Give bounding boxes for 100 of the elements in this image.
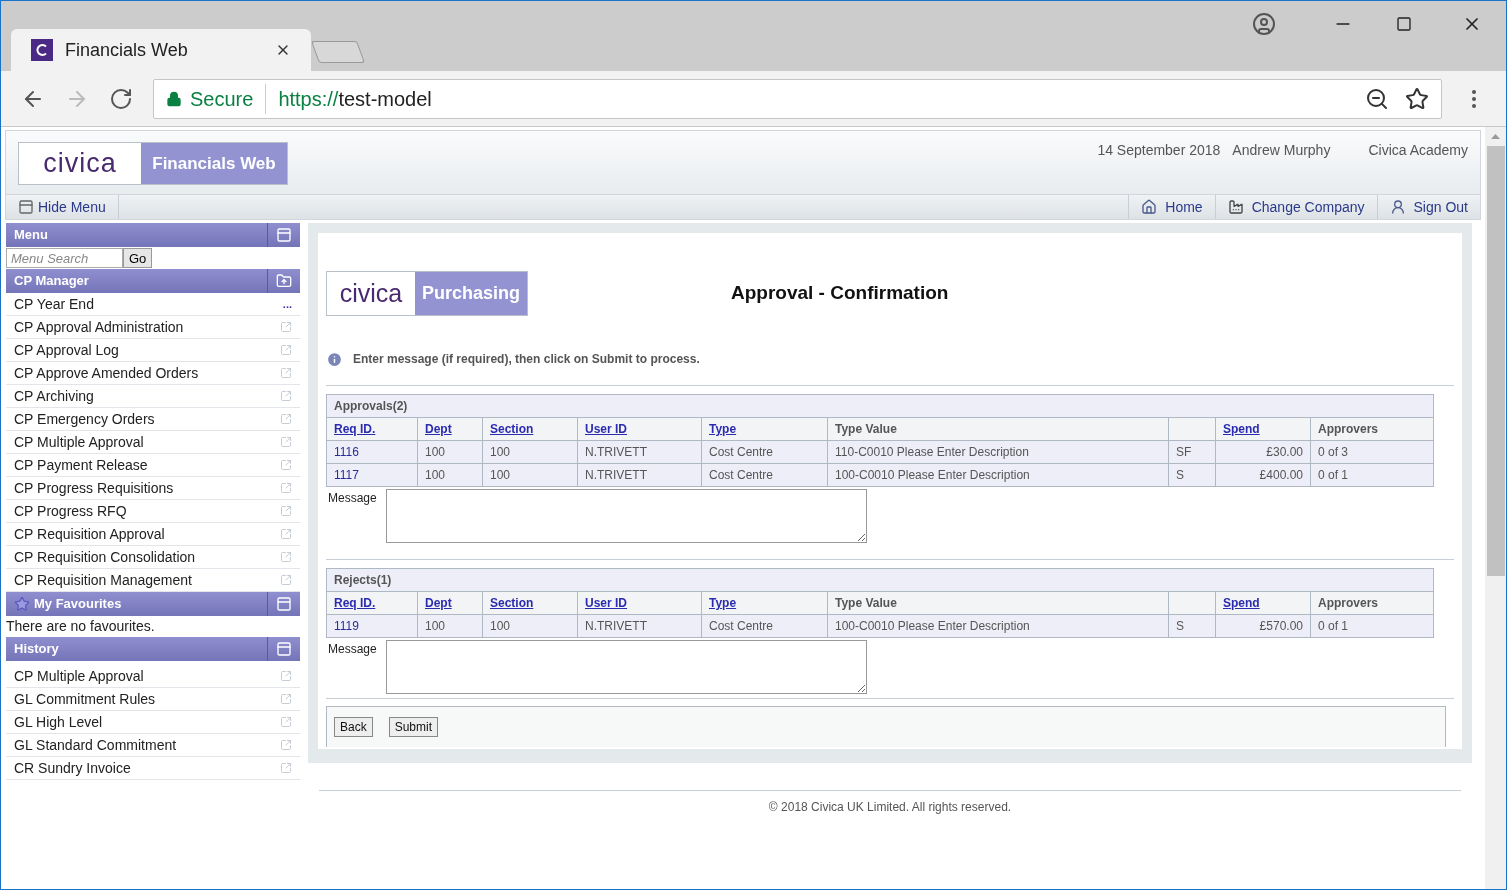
- form-button[interactable]: Back: [334, 717, 373, 737]
- user-name: Andrew Murphy: [1232, 141, 1331, 160]
- table-cell: £30.00: [1266, 445, 1303, 459]
- account-icon[interactable]: [1252, 11, 1276, 36]
- column-sort-link[interactable]: Type: [709, 422, 737, 436]
- company-name: Civica Academy: [1368, 141, 1468, 160]
- external-link-icon: [280, 670, 292, 682]
- table-cell: £400.00: [1259, 468, 1303, 482]
- folder-icon[interactable]: [276, 273, 292, 289]
- external-link-icon: [280, 367, 292, 379]
- external-link-icon: [280, 528, 292, 540]
- column-header: Approvers: [1318, 422, 1379, 436]
- table-cell: 110-C0010 Please Enter Description: [835, 445, 1029, 459]
- hide-menu-button[interactable]: Hide Menu: [6, 195, 119, 219]
- scroll-up-icon[interactable]: [1491, 134, 1500, 139]
- url-text: https://test-model: [277, 86, 433, 112]
- table-cell: 100: [425, 468, 446, 482]
- external-link-icon: [280, 390, 292, 402]
- external-link-icon: [280, 762, 292, 774]
- external-link-icon: [280, 436, 292, 448]
- table-cell: S: [1176, 468, 1184, 482]
- menu-toggle-icon: [18, 199, 34, 215]
- star-icon: [14, 596, 30, 612]
- external-link-icon: [280, 413, 292, 425]
- secure-label: Secure: [190, 83, 267, 114]
- table-cell: N.TRIVETT: [585, 619, 647, 633]
- lock-icon: [166, 90, 182, 107]
- info-text: Enter message (if required), then click on Submit to process.: [353, 351, 700, 368]
- table-cell: 100-C0010 Please Enter Description: [835, 468, 1030, 482]
- favicon-icon: [31, 39, 53, 61]
- panel-title: CP Manager: [14, 272, 89, 291]
- panel-icon[interactable]: [276, 227, 292, 243]
- building-icon: [1227, 199, 1244, 215]
- browser-tab[interactable]: Financials Web: [11, 29, 311, 71]
- date-text: 14 September 2018: [1097, 141, 1221, 160]
- logo-word: civica: [19, 143, 141, 184]
- page-title: Approval - Confirmation: [731, 281, 949, 306]
- table-cell: 0 of 1: [1318, 619, 1349, 633]
- form-button[interactable]: Submit: [388, 717, 439, 737]
- module-name: Purchasing: [415, 272, 527, 315]
- panel-title: My Favourites: [34, 595, 122, 614]
- table-cell: Cost Centre: [709, 445, 774, 459]
- table-cell: 0 of 1: [1318, 468, 1349, 482]
- table-cell: 1116: [334, 445, 359, 459]
- table-cell: S: [1176, 619, 1184, 633]
- table-cell: 1117: [334, 468, 359, 482]
- column-header: Type Value: [835, 422, 897, 436]
- external-link-icon: [280, 321, 292, 333]
- nav-link[interactable]: Change Company: [1214, 195, 1377, 219]
- copyright-text: © 2018 Civica UK Limited. All rights reserved.: [768, 799, 1012, 816]
- external-link-icon: [280, 574, 292, 586]
- table-cell: SF: [1176, 445, 1192, 459]
- table-cell: 100: [490, 468, 511, 482]
- nav-link[interactable]: Sign Out: [1376, 195, 1480, 219]
- scrollbar[interactable]: [1485, 127, 1506, 889]
- bookmark-star-icon[interactable]: [1405, 86, 1429, 111]
- column-header: Type Value: [835, 596, 897, 610]
- external-link-icon: [280, 505, 292, 517]
- table-title: Approvals(2): [326, 394, 1434, 418]
- reload-icon[interactable]: [109, 86, 133, 111]
- menu-search-field[interactable]: Menu Search: [6, 248, 123, 268]
- column-sort-link[interactable]: Type: [709, 596, 737, 610]
- maximize-icon[interactable]: [1396, 15, 1412, 32]
- panel-icon[interactable]: [276, 596, 292, 612]
- table-cell: 1119: [334, 619, 359, 633]
- table-cell: N.TRIVETT: [585, 468, 647, 482]
- panel-title: History: [14, 640, 59, 659]
- message-field[interactable]: [386, 640, 867, 694]
- nav-link[interactable]: Home: [1128, 195, 1215, 219]
- home-icon: [1141, 199, 1158, 215]
- zoom-icon[interactable]: [1365, 86, 1389, 111]
- person-icon: [1389, 199, 1406, 215]
- info-icon: [326, 350, 343, 368]
- table-cell: 100: [425, 619, 446, 633]
- message-label: Message: [328, 490, 378, 507]
- table-cell: 0 of 3: [1318, 445, 1349, 459]
- table-cell: 100: [425, 445, 446, 459]
- panel-icon[interactable]: [276, 641, 292, 657]
- table-cell: £570.00: [1259, 619, 1303, 633]
- external-link-icon: [280, 482, 292, 494]
- external-link-icon: [280, 716, 292, 728]
- product-name: Financials Web: [141, 143, 287, 184]
- table-cell: 100-C0010 Please Enter Description: [835, 619, 1030, 633]
- external-link-icon: [280, 344, 292, 356]
- external-link-icon: [280, 551, 292, 563]
- external-link-icon: [280, 459, 292, 471]
- table-cell: Cost Centre: [709, 619, 774, 633]
- table-cell: 100: [490, 619, 511, 633]
- address-bar[interactable]: Secure https://test-model: [153, 78, 1442, 119]
- external-link-icon: [280, 693, 292, 705]
- message-label: Message: [328, 641, 378, 658]
- tab-title: Financials Web: [65, 38, 189, 62]
- table-cell: Cost Centre: [709, 468, 774, 482]
- table-cell: N.TRIVETT: [585, 445, 647, 459]
- empty-message: There are no favourites.: [6, 617, 156, 636]
- message-field[interactable]: [386, 489, 867, 543]
- more-link[interactable]: ...: [282, 295, 292, 313]
- panel-title: Menu: [14, 226, 48, 245]
- table-cell: 100: [490, 445, 511, 459]
- go-button[interactable]: Go: [123, 248, 153, 268]
